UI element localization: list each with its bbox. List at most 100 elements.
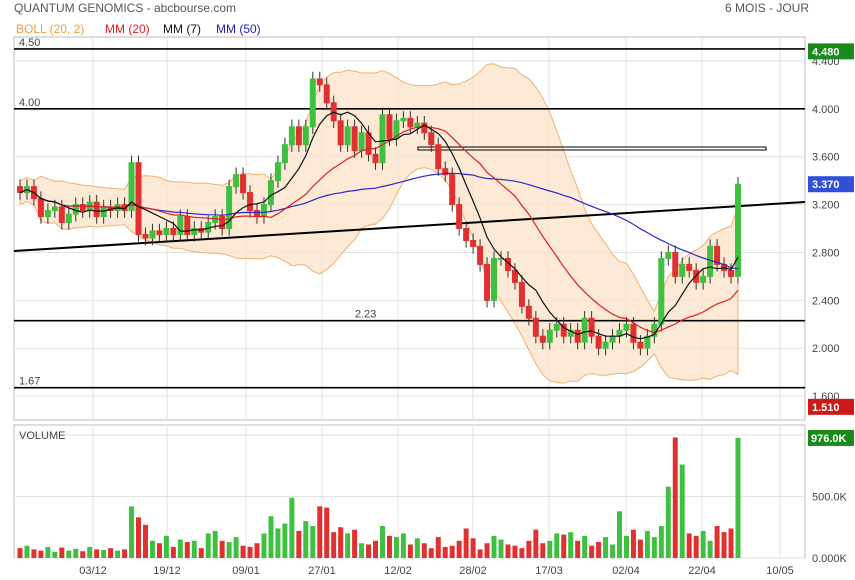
volume-bar [94, 549, 100, 558]
volume-bar [254, 543, 260, 558]
volume-bar [212, 530, 218, 558]
candle-body [142, 233, 149, 239]
candle-body [386, 114, 393, 140]
volume-bar [170, 546, 176, 558]
volume-bar [205, 533, 211, 558]
volume-bar [533, 529, 539, 558]
volume-bar [31, 549, 37, 558]
candle-body [491, 257, 498, 301]
volume-bar [149, 540, 155, 558]
volume-bar [582, 535, 588, 558]
candle-body [37, 198, 44, 218]
volume-bar [589, 545, 595, 558]
volume-bar [623, 535, 629, 558]
candle-body [623, 323, 630, 331]
candle-body [539, 335, 546, 343]
volume-bar [122, 549, 128, 558]
candle-body [679, 263, 686, 277]
volume-bar [428, 548, 434, 558]
candle-body [163, 228, 170, 235]
candle-body [240, 174, 247, 194]
volume-bar [679, 464, 685, 558]
y-tick-label: 4.000 [812, 104, 840, 116]
candle-body [525, 305, 532, 319]
volume-bar [38, 550, 44, 558]
volume-bar [435, 537, 441, 558]
volume-bar [324, 507, 330, 558]
volume-bar [177, 539, 183, 558]
volume-bar [442, 546, 448, 558]
x-tick-label: 09/01 [232, 565, 260, 577]
candle-body [149, 230, 156, 239]
candle-body [337, 120, 344, 146]
candle-body [407, 117, 414, 128]
volume-bar [115, 550, 121, 558]
candle-body [295, 126, 302, 146]
candle-body [574, 329, 581, 343]
volume-bar [240, 545, 246, 558]
volume-bar [568, 532, 574, 558]
candle-body [435, 144, 442, 170]
volume-max-tag: 976.0K [811, 433, 847, 445]
volume-title: VOLUME [19, 430, 65, 442]
volume-bar [547, 540, 553, 558]
volume-bar [672, 437, 678, 558]
volume-bar [296, 530, 302, 558]
candle-body [735, 183, 741, 277]
volume-bar [345, 533, 351, 558]
candle-body [665, 251, 672, 259]
volume-bar [268, 516, 274, 558]
candle-body [274, 162, 281, 182]
volume-bar [198, 548, 204, 558]
volume-bar [400, 533, 406, 558]
volume-bar [59, 547, 65, 558]
candle-body [65, 213, 72, 224]
candle-body [281, 144, 288, 164]
candle-body [658, 257, 665, 325]
volume-bar [596, 542, 602, 558]
volume-bar [282, 523, 288, 558]
candle-body [484, 263, 491, 301]
volume-bar [658, 526, 664, 558]
volume-bar [373, 540, 379, 558]
volume-bar [310, 526, 316, 558]
volume-bar [470, 538, 476, 558]
volume-bar [610, 544, 616, 558]
volume-bar [233, 537, 239, 558]
volume-bar [303, 521, 309, 558]
volume-bar [456, 540, 462, 558]
volume-bar [136, 517, 142, 558]
y-tick-label: 3.200 [812, 200, 840, 212]
volume-bar [512, 545, 518, 558]
candle-body [700, 275, 707, 283]
volume-bar [484, 543, 490, 558]
volume-bar [142, 524, 148, 558]
volume-bar [191, 540, 197, 558]
volume-tick-label: 0.000K [812, 553, 848, 565]
volume-bar [108, 548, 114, 558]
candle-body [323, 84, 330, 104]
volume-bar [714, 526, 720, 558]
candle-body [156, 230, 163, 235]
volume-bar [219, 540, 225, 558]
y-tick-label: 3.600 [812, 152, 840, 164]
candle-body [428, 132, 435, 146]
candle-body [316, 78, 323, 86]
candle-body [511, 269, 518, 283]
volume-bar [393, 537, 399, 558]
volume-bar [101, 550, 107, 558]
volume-bar [359, 543, 365, 558]
candle-body [302, 126, 309, 146]
candle-body [184, 216, 191, 235]
candle-body [309, 78, 316, 128]
candle-body [553, 323, 560, 331]
volume-bar [519, 548, 525, 558]
volume-bar [630, 529, 636, 558]
volume-bar [644, 530, 650, 558]
candle-body [456, 204, 463, 229]
volume-bar [637, 539, 643, 558]
volume-bar [728, 528, 734, 558]
candle-body [170, 228, 177, 235]
volume-bar [247, 546, 253, 558]
volume-bar [561, 534, 567, 558]
